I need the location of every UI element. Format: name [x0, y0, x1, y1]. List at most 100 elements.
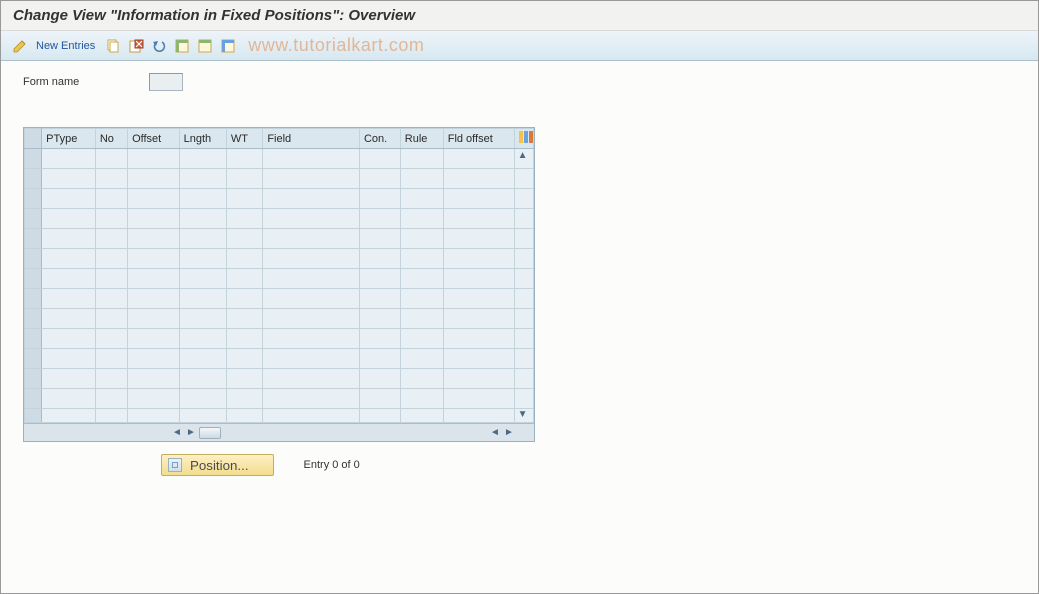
vertical-scrollbar-cell[interactable] [514, 169, 533, 189]
table-cell[interactable] [359, 409, 400, 423]
table-cell[interactable] [95, 209, 127, 229]
table-cell[interactable] [42, 329, 96, 349]
table-cell[interactable] [263, 369, 360, 389]
table-cell[interactable] [95, 289, 127, 309]
form-name-input[interactable] [149, 73, 183, 91]
table-cell[interactable] [443, 349, 514, 369]
table-cell[interactable] [95, 169, 127, 189]
table-cell[interactable] [179, 209, 226, 229]
table-cell[interactable] [400, 409, 443, 423]
table-cell[interactable] [359, 389, 400, 409]
table-cell[interactable] [179, 289, 226, 309]
vertical-scrollbar-cell[interactable] [514, 229, 533, 249]
table-cell[interactable] [400, 189, 443, 209]
table-cell[interactable] [42, 149, 96, 169]
table-cell[interactable] [42, 169, 96, 189]
table-cell[interactable] [179, 309, 226, 329]
table-cell[interactable] [263, 289, 360, 309]
table-cell[interactable] [226, 149, 263, 169]
table-cell[interactable] [263, 409, 360, 423]
table-cell[interactable] [226, 409, 263, 423]
table-cell[interactable] [400, 289, 443, 309]
row-selector[interactable] [25, 269, 42, 289]
table-cell[interactable] [263, 169, 360, 189]
vertical-scrollbar-cell[interactable]: ▲ [514, 149, 533, 169]
scroll-down-icon[interactable]: ▼ [517, 409, 529, 421]
table-cell[interactable] [400, 269, 443, 289]
table-cell[interactable] [226, 169, 263, 189]
vertical-scrollbar-cell[interactable] [514, 209, 533, 229]
table-row[interactable] [25, 209, 534, 229]
table-cell[interactable] [226, 229, 263, 249]
row-selector[interactable] [25, 169, 42, 189]
row-selector[interactable] [25, 149, 42, 169]
table-cell[interactable] [263, 229, 360, 249]
table-cell[interactable] [359, 309, 400, 329]
table-cell[interactable] [359, 209, 400, 229]
table-cell[interactable] [226, 289, 263, 309]
table-cell[interactable] [179, 389, 226, 409]
table-row[interactable] [25, 349, 534, 369]
table-cell[interactable] [226, 269, 263, 289]
table-row[interactable]: ▲ [25, 149, 534, 169]
copy-icon[interactable] [104, 37, 122, 55]
table-cell[interactable] [226, 209, 263, 229]
table-cell[interactable] [128, 269, 180, 289]
table-cell[interactable] [179, 149, 226, 169]
hscroll-thumb[interactable] [199, 427, 221, 439]
table-cell[interactable] [128, 369, 180, 389]
row-selector[interactable] [25, 209, 42, 229]
table-cell[interactable] [179, 189, 226, 209]
table-cell[interactable] [226, 369, 263, 389]
table-cell[interactable] [443, 149, 514, 169]
table-cell[interactable] [263, 269, 360, 289]
table-cell[interactable] [128, 309, 180, 329]
table-row[interactable] [25, 229, 534, 249]
table-cell[interactable] [226, 189, 263, 209]
col-con[interactable]: Con. [359, 129, 400, 149]
table-row[interactable] [25, 329, 534, 349]
table-cell[interactable] [179, 169, 226, 189]
table-row[interactable]: ▼ [25, 409, 534, 423]
table-cell[interactable] [95, 369, 127, 389]
table-cell[interactable] [359, 329, 400, 349]
table-row[interactable] [25, 189, 534, 209]
table-cell[interactable] [359, 349, 400, 369]
table-cell[interactable] [226, 249, 263, 269]
scroll-left-icon[interactable]: ◄ [171, 427, 183, 439]
table-cell[interactable] [226, 349, 263, 369]
table-cell[interactable] [359, 229, 400, 249]
table-cell[interactable] [359, 269, 400, 289]
data-grid[interactable]: PType No Offset Lngth WT Field Con. Rule… [24, 128, 534, 423]
table-cell[interactable] [95, 389, 127, 409]
edit-icon[interactable] [11, 37, 29, 55]
table-cell[interactable] [42, 189, 96, 209]
table-cell[interactable] [128, 329, 180, 349]
table-cell[interactable] [226, 389, 263, 409]
table-cell[interactable] [263, 329, 360, 349]
row-selector[interactable] [25, 389, 42, 409]
table-cell[interactable] [400, 229, 443, 249]
table-cell[interactable] [95, 149, 127, 169]
row-selector[interactable] [25, 309, 42, 329]
table-cell[interactable] [95, 269, 127, 289]
row-selector[interactable] [25, 369, 42, 389]
table-cell[interactable] [400, 169, 443, 189]
table-cell[interactable] [263, 249, 360, 269]
table-cell[interactable] [95, 329, 127, 349]
row-selector[interactable] [25, 289, 42, 309]
table-cell[interactable] [42, 409, 96, 423]
table-cell[interactable] [443, 309, 514, 329]
table-row[interactable] [25, 249, 534, 269]
table-cell[interactable] [179, 349, 226, 369]
table-cell[interactable] [443, 369, 514, 389]
table-row[interactable] [25, 289, 534, 309]
col-fld-offset[interactable]: Fld offset [443, 129, 514, 149]
table-cell[interactable] [359, 289, 400, 309]
table-cell[interactable] [359, 189, 400, 209]
col-length[interactable]: Lngth [179, 129, 226, 149]
col-ptype[interactable]: PType [42, 129, 96, 149]
col-field[interactable]: Field [263, 129, 360, 149]
table-cell[interactable] [443, 189, 514, 209]
row-selector[interactable] [25, 409, 42, 423]
